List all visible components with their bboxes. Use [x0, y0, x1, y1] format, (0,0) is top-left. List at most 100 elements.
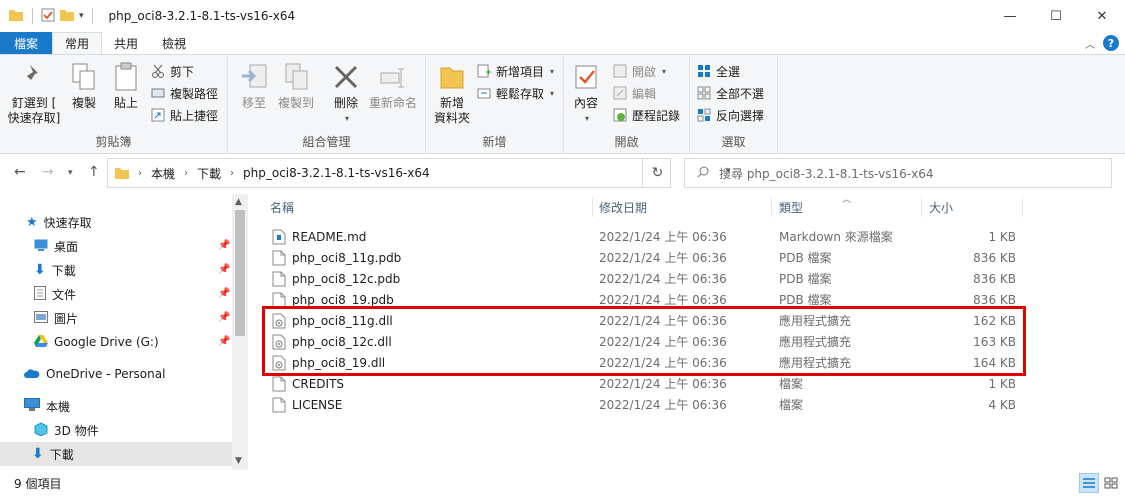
maximize-button[interactable]: ☐: [1033, 0, 1079, 32]
file-name: php_oci8_19.pdb: [292, 292, 394, 307]
easy-access-icon: [476, 85, 492, 101]
breadcrumb-this-pc[interactable]: 本機: [151, 165, 175, 182]
scroll-up-icon[interactable]: ▲: [235, 197, 242, 207]
rename-label: 重新命名: [368, 96, 417, 110]
nav-item-pictures[interactable]: 圖片: [34, 306, 78, 330]
column-header-type[interactable]: 類型: [779, 194, 803, 220]
column-divider[interactable]: [1022, 197, 1023, 217]
pin-icon: [18, 61, 50, 93]
nav-item-pc-downloads[interactable]: ⬇ 下載: [0, 442, 232, 466]
file-type: Markdown 來源檔案: [779, 230, 893, 244]
new-folder-icon[interactable]: [59, 8, 75, 25]
collapse-ribbon-icon[interactable]: ︿: [1085, 36, 1095, 51]
new-item-button[interactable]: 新增項目 ▾: [476, 61, 554, 81]
up-arrow-icon[interactable]: ↑: [88, 164, 100, 180]
column-header-modified[interactable]: 修改日期: [599, 194, 647, 220]
file-row[interactable]: php_oci8_11g.pdb 2022/1/24 上午 06:36 PDB 檔案…: [256, 247, 1036, 268]
new-folder-button[interactable]: 新增 資料夾: [432, 61, 472, 126]
ribbon: 釘選到 [ 快速存取] 複製 貼上 剪下 複製路徑 貼上捷徑 剪貼簿 移至 複製…: [0, 54, 1125, 154]
pin-icon[interactable]: 📌: [218, 240, 230, 251]
breadcrumb-current-folder[interactable]: php_oci8-3.2.1-8.1-ts-vs16-x64: [243, 166, 430, 180]
column-header-size[interactable]: 大小: [929, 194, 953, 220]
column-divider[interactable]: [921, 197, 922, 217]
tab-home[interactable]: 常用: [52, 32, 103, 54]
move-to-button[interactable]: 移至: [238, 61, 270, 111]
help-icon[interactable]: ?: [1103, 35, 1119, 51]
tab-file[interactable]: 檔案: [0, 32, 53, 54]
desktop-icon: [34, 239, 48, 254]
chevron-right-icon[interactable]: ›: [138, 168, 142, 179]
tab-view[interactable]: 檢視: [150, 32, 198, 54]
select-group-label: 選取: [721, 135, 746, 149]
breadcrumb-downloads[interactable]: 下載: [197, 165, 221, 182]
paste-shortcut-button[interactable]: 貼上捷徑: [150, 105, 218, 125]
nav-this-pc[interactable]: 本機: [24, 394, 70, 418]
customize-toolbar-icon[interactable]: ▾: [79, 11, 84, 21]
recent-locations-icon[interactable]: ▾: [68, 168, 73, 178]
minimize-button[interactable]: —: [987, 0, 1033, 32]
back-arrow-icon[interactable]: ←: [14, 164, 26, 180]
cut-button[interactable]: 剪下: [150, 61, 194, 81]
forward-arrow-icon[interactable]: →: [42, 164, 54, 180]
properties-dropdown-icon[interactable]: ▾: [585, 111, 589, 126]
nav-onedrive[interactable]: OneDrive - Personal: [24, 362, 165, 386]
file-name-cell: php_oci8_12c.pdb: [272, 268, 400, 289]
rename-button[interactable]: 重新命名: [368, 61, 418, 111]
file-row[interactable]: README.md 2022/1/24 上午 06:36 Markdown 來源檔案…: [256, 226, 1036, 247]
pin-icon[interactable]: 📌: [218, 288, 230, 299]
column-header-name[interactable]: 名稱: [270, 194, 294, 220]
file-name: php_oci8_11g.pdb: [292, 250, 402, 265]
folder-icon: [114, 166, 130, 180]
copy-button[interactable]: 複製: [66, 61, 102, 111]
file-name: README.md: [292, 229, 367, 244]
chevron-right-icon[interactable]: ›: [184, 168, 188, 179]
invert-selection-button[interactable]: 反向選擇: [696, 105, 764, 125]
open-group: 內容 ▾ 開啟 ▾ 編輯 歷程記錄 開啟: [564, 55, 690, 154]
refresh-icon[interactable]: ↻: [642, 159, 672, 187]
nav-pane-scrollbar[interactable]: ▲ ▼: [232, 194, 248, 470]
pin-icon[interactable]: 📌: [218, 336, 230, 347]
cut-label: 剪下: [170, 64, 195, 79]
chevron-right-icon[interactable]: ›: [230, 168, 234, 179]
file-row[interactable]: php_oci8_12c.pdb 2022/1/24 上午 06:36 PDB 檔案…: [256, 268, 1036, 289]
details-view-icon[interactable]: [1079, 473, 1099, 493]
properties-check-icon[interactable]: [41, 8, 55, 25]
nav-item-google-drive[interactable]: Google Drive (G:): [34, 330, 159, 354]
pin-quick-access-button[interactable]: 釘選到 [ 快速存取]: [6, 61, 62, 126]
column-divider[interactable]: [771, 197, 772, 217]
history-button[interactable]: 歷程記錄: [612, 105, 680, 125]
copy-path-button[interactable]: 複製路徑: [150, 83, 218, 103]
file-name-cell: LICENSE: [272, 394, 342, 415]
properties-button[interactable]: 內容 ▾: [570, 61, 602, 126]
nav-quick-access[interactable]: ★ 快速存取: [26, 210, 92, 234]
nav-item-documents[interactable]: 文件: [34, 282, 76, 306]
close-button[interactable]: ✕: [1079, 0, 1125, 32]
large-icons-view-icon[interactable]: [1101, 473, 1121, 493]
search-box[interactable]: 搜尋 php_oci8-3.2.1-8.1-ts-vs16-x64: [684, 158, 1112, 188]
delete-button[interactable]: 刪除 ▾: [330, 61, 362, 126]
easy-access-label: 輕鬆存取: [496, 86, 545, 101]
copy-to-button[interactable]: 複製到: [276, 61, 316, 111]
easy-access-button[interactable]: 輕鬆存取 ▾: [476, 83, 554, 103]
open-button[interactable]: 開啟 ▾: [612, 61, 666, 81]
pin-icon[interactable]: 📌: [218, 312, 230, 323]
file-row[interactable]: LICENSE 2022/1/24 上午 06:36 檔案 4 KB: [256, 394, 1036, 415]
address-bar[interactable]: › 本機 › 下載 › php_oci8-3.2.1-8.1-ts-vs16-x…: [107, 158, 731, 188]
move-to-icon: [238, 61, 270, 93]
edit-button[interactable]: 編輯: [612, 83, 656, 103]
column-divider[interactable]: [592, 197, 593, 217]
select-none-button[interactable]: 全部不選: [696, 83, 764, 103]
select-group: 全選 全部不選 反向選擇 選取: [690, 55, 778, 154]
nav-item-downloads[interactable]: ⬇ 下載: [34, 258, 76, 282]
nav-item-3d-objects[interactable]: 3D 物件: [34, 418, 99, 442]
scroll-down-icon[interactable]: ▼: [235, 456, 242, 466]
select-all-button[interactable]: 全選: [696, 61, 740, 81]
file-row[interactable]: CREDITS 2022/1/24 上午 06:36 檔案 1 KB: [256, 373, 1036, 394]
scrollbar-thumb[interactable]: [235, 210, 245, 336]
tab-share[interactable]: 共用: [102, 32, 150, 54]
nav-item-desktop[interactable]: 桌面: [34, 234, 78, 258]
delete-dropdown-icon[interactable]: ▾: [345, 111, 349, 126]
item-count: 9 個項目: [14, 476, 62, 491]
pin-icon[interactable]: 📌: [218, 264, 230, 275]
paste-button[interactable]: 貼上: [108, 61, 144, 111]
